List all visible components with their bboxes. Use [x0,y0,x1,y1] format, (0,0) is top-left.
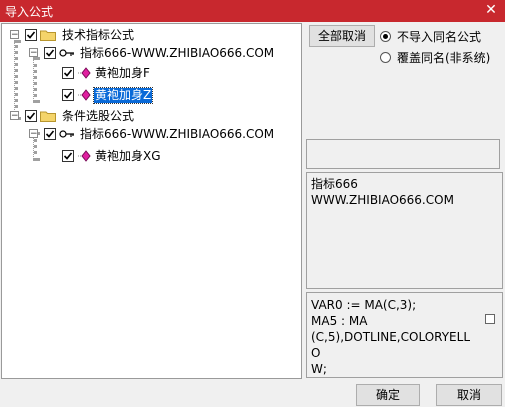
tree-group-label: 条件选股公式 [62,108,135,123]
key-icon [59,130,74,138]
tree-item-formula[interactable]: − 指标666-WWW.ZHIBIAO666.COM [2,44,275,62]
cancel-button[interactable]: 取消 [436,384,502,406]
tree-leaf[interactable]: 黄袍加身Z [2,86,154,104]
radio-label: 覆盖同名(非系统) [397,51,491,65]
tree-item-label: 指标666-WWW.ZHIBIAO666.COM [80,126,275,141]
collapse-icon[interactable]: − [10,30,19,40]
tree-item-label: 指标666-WWW.ZHIBIAO666.COM [80,45,275,60]
tree-leaf-label: 黄袍加身F [95,65,150,80]
radio-selected-icon[interactable] [380,31,391,42]
code-panel[interactable]: VAR0 := MA(C,3); MA5 : MA (C,5),DOTLINE,… [306,292,503,378]
checkbox[interactable] [25,110,37,122]
folder-icon [40,30,56,41]
tree-group-screening[interactable]: − 条件选股公式 [2,107,135,125]
tree-group-label: 技术指标公式 [62,27,135,42]
description-panel: 指标666 WWW.ZHIBIAO666.COM [306,172,503,289]
checkbox[interactable] [62,67,74,79]
formula-diamond-icon [78,150,91,162]
formula-description: 指标666 WWW.ZHIBIAO666.COM [311,177,454,207]
formula-tree[interactable]: − 技术指标公式 − 指标666-WWW.ZHIBIAO666.COM 黄袍加身… [1,23,302,379]
window-title: 导入公式 [5,5,54,19]
ok-button[interactable]: 确定 [356,384,420,406]
tree-leaf-label: 黄袍加身XG [95,148,161,163]
key-icon [59,49,74,57]
radio-no-import-duplicates[interactable]: 不导入同名公式 [380,28,481,45]
checkbox[interactable] [44,47,56,59]
formula-diamond-icon [78,89,91,101]
formula-diamond-icon [78,67,91,79]
checkbox[interactable] [25,29,37,41]
collapse-icon[interactable]: − [29,48,38,58]
tree-leaf-label-selected: 黄袍加身Z [92,86,154,104]
tree-item-formula[interactable]: − 指标666-WWW.ZHIBIAO666.COM [2,125,275,143]
collapse-icon[interactable]: − [10,111,19,121]
collapse-icon[interactable]: − [29,129,38,139]
checkbox[interactable] [62,150,74,162]
checkbox[interactable] [62,89,74,101]
title-bar: 导入公式 ✕ [0,0,505,22]
tree-group-indicators[interactable]: − 技术指标公式 [2,26,135,44]
formula-code: VAR0 := MA(C,3); MA5 : MA (C,5),DOTLINE,… [311,298,470,376]
cancel-all-button[interactable]: 全部取消 [309,25,375,47]
close-icon[interactable]: ✕ [483,1,499,19]
tree-leaf[interactable]: 黄袍加身XG [2,147,162,165]
radio-unselected-icon[interactable] [380,52,391,63]
code-checkbox[interactable] [485,314,495,324]
folder-icon [40,111,56,122]
empty-panel [306,139,500,169]
radio-overwrite-duplicates[interactable]: 覆盖同名(非系统) [380,49,490,66]
checkbox[interactable] [44,128,56,140]
radio-label: 不导入同名公式 [397,30,482,44]
tree-leaf[interactable]: 黄袍加身F [2,64,151,82]
